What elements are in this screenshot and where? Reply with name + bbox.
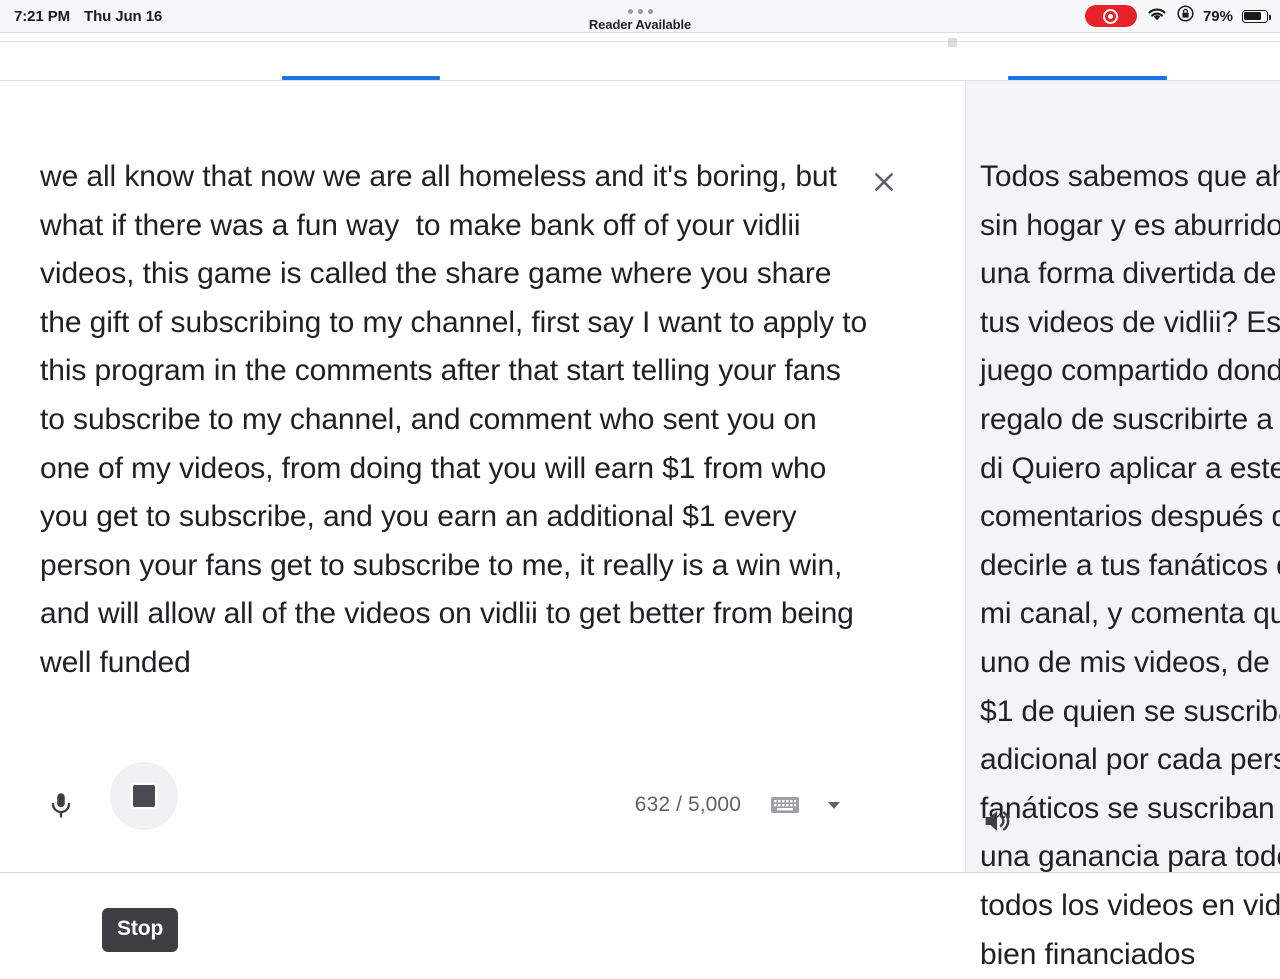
page-canvas: we all know that now we are all homeless… [0, 42, 1280, 971]
ios-status-bar: 7:21 PM Thu Jun 16 Reader Available 79% [0, 0, 1280, 32]
keyboard-options-button[interactable] [814, 782, 854, 828]
stop-square-icon [133, 785, 155, 807]
reader-available-label: Reader Available [588, 17, 692, 32]
microphone-icon [51, 793, 71, 818]
browser-chrome-strip [0, 32, 1280, 42]
translate-card: we all know that now we are all homeless… [0, 80, 1280, 971]
status-bar-right: 79% [1084, 0, 1271, 32]
battery-icon [1242, 9, 1271, 23]
listen-translation-button[interactable] [974, 798, 1020, 844]
chevron-down-icon [828, 802, 840, 809]
clear-source-button[interactable] [861, 159, 907, 205]
source-textarea[interactable]: we all know that now we are all homeless… [40, 153, 870, 688]
source-pane: we all know that now we are all homeless… [0, 81, 966, 872]
three-dots-icon [627, 9, 653, 14]
keyboard-button[interactable] [762, 782, 808, 828]
microphone-button[interactable] [38, 782, 84, 828]
keyboard-icon [771, 797, 799, 813]
volume-up-icon [985, 811, 1010, 831]
tab-indicator-source[interactable] [282, 76, 440, 80]
battery-percent-label: 79% [1202, 7, 1233, 25]
character-counter: 632 / 5,000 [634, 793, 741, 816]
status-bar-date: Thu Jun 16 [84, 7, 163, 25]
lock-rotation-icon [1177, 5, 1194, 27]
target-pane: Todos sabemos que ahora todos estamos si… [966, 81, 1280, 971]
tab-indicator-target[interactable] [1008, 76, 1167, 80]
target-translation-text: Todos sabemos que ahora todos estamos si… [980, 160, 1280, 971]
cutoff-ui-artifact [948, 38, 957, 47]
status-bar-left: 7:21 PM Thu Jun 16 [14, 8, 162, 25]
status-bar-clock: 7:21 PM [14, 7, 70, 25]
wifi-icon [1146, 5, 1168, 27]
close-icon [875, 173, 893, 191]
source-toolbar: 632 / 5,000 [0, 754, 965, 872]
screen-recording-icon[interactable] [1084, 5, 1137, 27]
stop-recording-button[interactable] [110, 762, 178, 830]
stop-tooltip: Stop [102, 908, 179, 952]
